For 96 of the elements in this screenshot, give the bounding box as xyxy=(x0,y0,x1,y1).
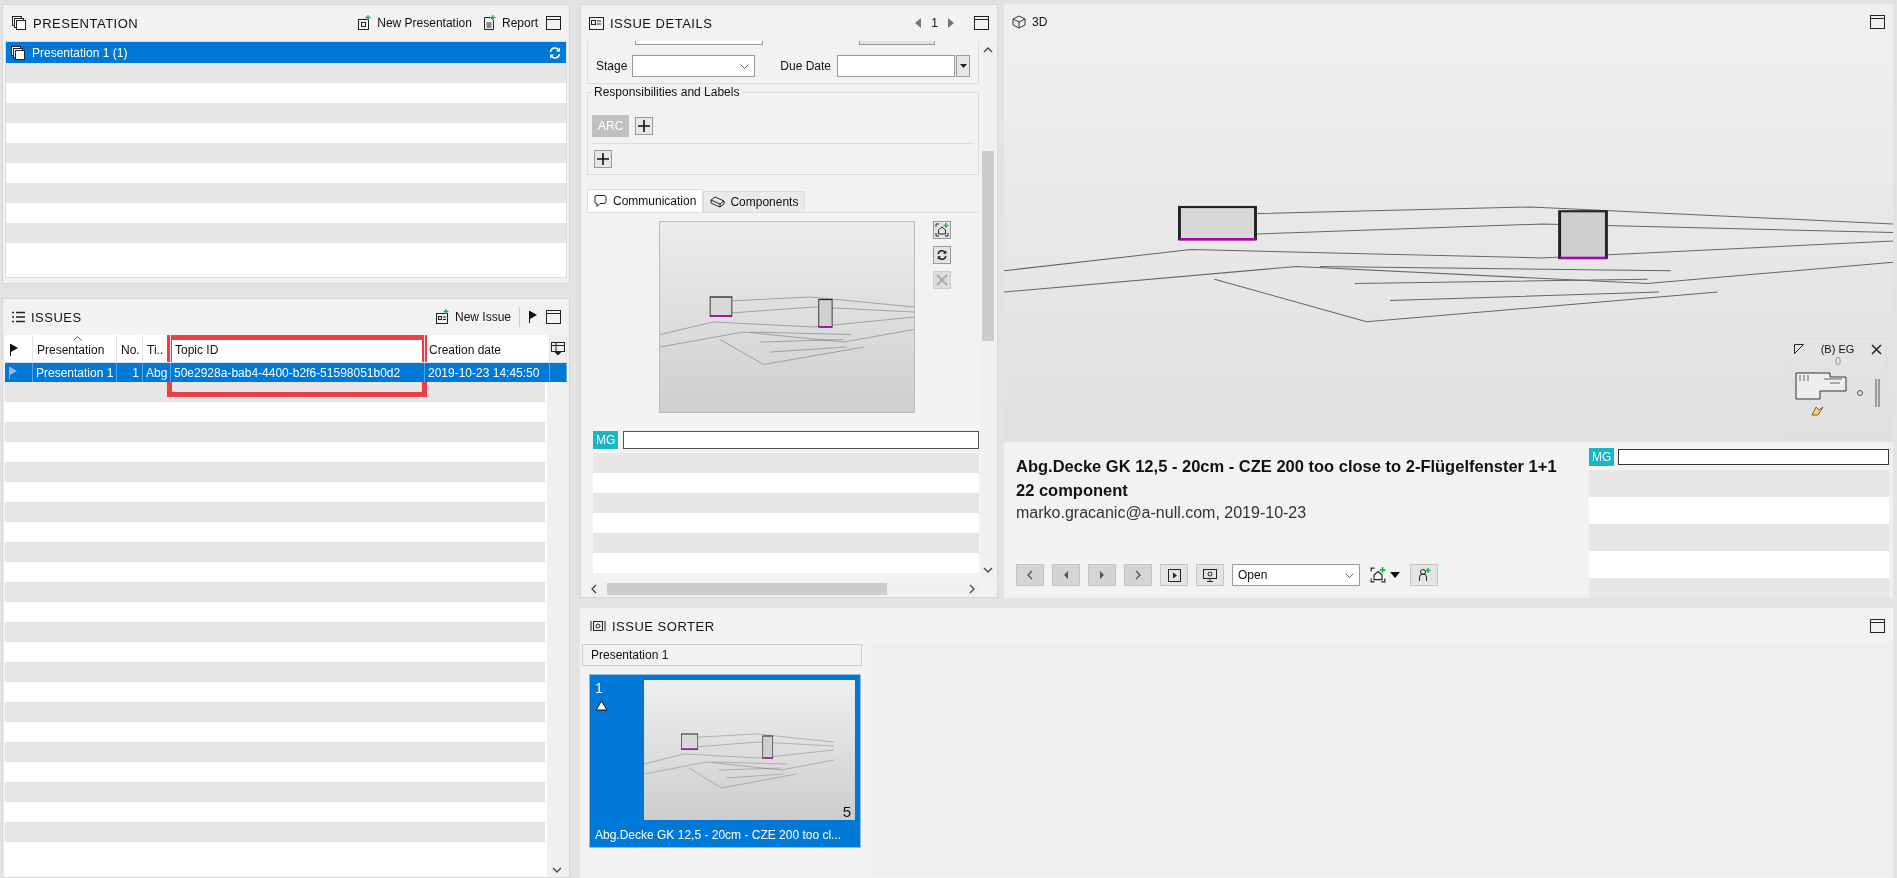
plus-icon xyxy=(638,120,651,132)
panel-title: ISSUES xyxy=(31,309,82,325)
author-line: marko.gracanic@a-null.com, 2019-10-23 xyxy=(1016,504,1308,522)
presentation-button[interactable] xyxy=(1196,564,1224,586)
speech-bubble-icon xyxy=(594,194,608,208)
issue-card-icon xyxy=(589,16,604,30)
refresh-icon xyxy=(936,249,948,261)
next-icon[interactable] xyxy=(948,18,954,28)
column-chooser-icon[interactable] xyxy=(551,341,565,356)
issue-card[interactable]: 1 5 Abg.Decke GK 12,5 - 20cm - CZE 200 too cl... xyxy=(589,674,861,848)
issue-title: Abg.Decke GK 12,5 - 20cm - CZE 200 too close to 2-Flügelfenster 1+1 22 component xyxy=(1016,456,1558,501)
play-button[interactable] xyxy=(1160,564,1188,586)
group-header: Presentation 1 xyxy=(582,644,862,666)
new-issue-button[interactable]: New Issue xyxy=(432,307,513,327)
new-issue-icon xyxy=(434,309,451,325)
refresh-button[interactable] xyxy=(933,246,951,264)
page-number: 1 xyxy=(931,16,938,30)
level-number: 0 xyxy=(1833,355,1843,367)
play-icon xyxy=(1167,568,1181,582)
stage-dropdown[interactable] xyxy=(632,55,755,77)
plus-icon xyxy=(597,153,609,165)
sort-ascending-icon xyxy=(73,336,82,341)
box-icon xyxy=(710,196,726,208)
caret-icon xyxy=(739,63,749,69)
camera-house-icon xyxy=(1370,567,1386,583)
scrollbar-thumb[interactable] xyxy=(607,583,887,595)
previous-icon[interactable] xyxy=(915,18,922,28)
issue-number: 1 xyxy=(595,680,604,696)
presentation-icon xyxy=(10,44,26,61)
comment-field[interactable] xyxy=(623,431,979,449)
add-button[interactable] xyxy=(635,117,654,135)
flag-icon xyxy=(9,343,19,357)
window-icon[interactable] xyxy=(974,16,989,30)
scroll-up-icon[interactable] xyxy=(983,47,993,53)
scroll-down-icon[interactable] xyxy=(552,867,562,873)
scroll-right-icon[interactable] xyxy=(969,584,975,594)
scroll-left-icon[interactable] xyxy=(591,584,597,594)
panel-title: 3D xyxy=(1032,15,1048,29)
list-icon xyxy=(11,311,25,323)
last-icon xyxy=(1133,570,1143,580)
person-icon xyxy=(1417,568,1431,582)
snapshot-menu-button[interactable] xyxy=(1368,565,1402,585)
camera-icon xyxy=(590,620,606,632)
add-snapshot-button[interactable] xyxy=(933,221,951,239)
window-icon[interactable] xyxy=(546,16,561,30)
column-header[interactable]: No. xyxy=(117,335,143,362)
tab[interactable]: Components xyxy=(703,191,806,212)
flag-icon xyxy=(8,365,18,380)
triangle-icon xyxy=(595,700,608,711)
floor-name: (B) EG xyxy=(1820,343,1855,355)
add-person-button[interactable] xyxy=(1410,564,1438,586)
refresh-icon[interactable] xyxy=(548,45,562,60)
comment-count: 5 xyxy=(842,803,851,820)
panel-title: PRESENTATION xyxy=(33,15,139,31)
scrollbar-thumb[interactable] xyxy=(982,151,994,341)
tab[interactable]: Communication xyxy=(587,189,704,212)
column-header[interactable]: Presentation xyxy=(33,335,117,362)
corner-icon xyxy=(1794,344,1804,354)
add-button[interactable] xyxy=(594,150,612,168)
presentation-item[interactable]: Presentation 1 (1) xyxy=(6,42,566,63)
caret-icon xyxy=(959,64,967,68)
first-icon xyxy=(1025,570,1035,580)
panel-title: ISSUE DETAILS xyxy=(610,15,713,31)
user-avatar: MG xyxy=(593,431,619,449)
issue-row[interactable]: Presentation 1 1 Abg 50e2928a-bab4-4400-b2f6-51598051b0d2 2019-10-23 14:45:50 xyxy=(5,363,567,382)
status-dropdown[interactable]: Open xyxy=(1232,564,1360,586)
close-icon xyxy=(936,274,948,286)
date-dropdown-button[interactable] xyxy=(956,55,970,77)
panel-title: ISSUE SORTER xyxy=(612,618,715,634)
column-header[interactable]: Topic ID xyxy=(171,335,425,362)
new-presentation-button[interactable]: New Presentation xyxy=(355,13,474,33)
minimap[interactable]: (B) EG 0 xyxy=(1789,338,1887,438)
window-icon[interactable] xyxy=(1870,15,1885,29)
cube-icon xyxy=(1012,15,1026,29)
caret-icon xyxy=(1390,572,1400,578)
group-title: Responsibilities and Labels xyxy=(592,85,742,99)
comment-field[interactable] xyxy=(1618,449,1889,465)
field-label: Due Date xyxy=(780,59,831,73)
monitor-icon xyxy=(1203,568,1217,582)
issue-caption: Abg.Decke GK 12,5 - 20cm - CZE 200 too cl... xyxy=(595,828,842,842)
field-label: Stage xyxy=(596,59,626,73)
user-avatar: MG xyxy=(1589,448,1615,466)
window-icon[interactable] xyxy=(1870,619,1885,633)
close-icon[interactable] xyxy=(1871,343,1882,355)
due-date-field[interactable] xyxy=(837,55,955,77)
presentations-icon xyxy=(11,15,27,31)
document-icon xyxy=(481,15,498,31)
next-icon xyxy=(1097,570,1107,580)
scroll-down-icon[interactable] xyxy=(983,567,993,573)
report-button[interactable]: Report xyxy=(479,13,540,33)
caret-icon xyxy=(1345,572,1354,578)
flag-icon xyxy=(528,310,538,324)
column-header[interactable]: Ti.. xyxy=(143,335,171,362)
camera-house-icon xyxy=(935,223,949,237)
new-presentation-icon xyxy=(357,15,374,31)
window-icon[interactable] xyxy=(546,310,561,324)
